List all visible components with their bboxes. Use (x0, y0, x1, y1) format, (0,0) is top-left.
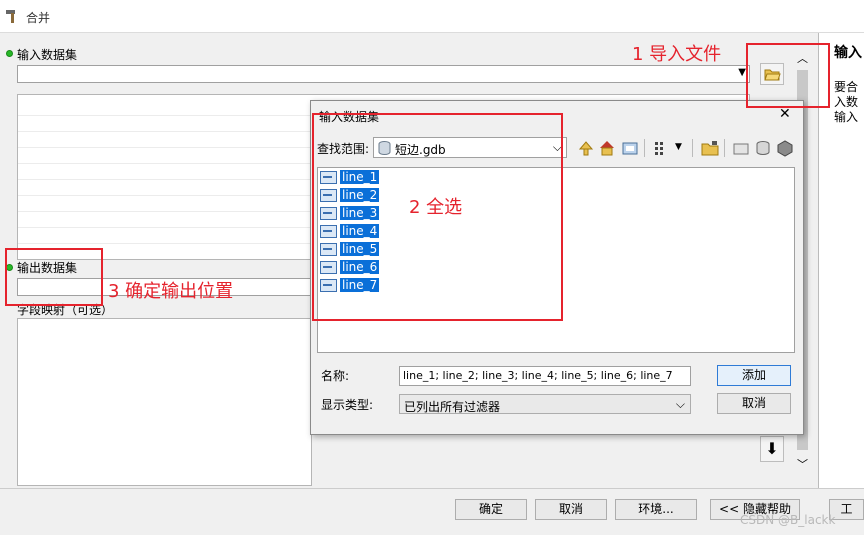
move-down-button[interactable]: ⬇ (760, 436, 784, 462)
close-icon[interactable]: ✕ (779, 106, 791, 122)
required-indicator-icon (6, 50, 13, 57)
up-level-icon[interactable] (577, 139, 595, 157)
input-datasets-label: 输入数据集 (17, 48, 78, 62)
show-type-value: 已列出所有过滤器 (404, 400, 501, 414)
add-button[interactable]: 添加 (717, 365, 791, 386)
new-folder-icon[interactable] (701, 139, 719, 157)
name-input[interactable]: line_1; line_2; line_3; line_4; line_5; … (399, 366, 691, 386)
help-heading: 输入 (834, 45, 862, 61)
chevron-down-icon[interactable]: ▼ (675, 142, 682, 152)
watermark: CSDN @B_lackk (740, 513, 836, 527)
annotation-select-all: 2 全选 (409, 197, 463, 218)
bottom-bar: 确定 取消 环境... << 隐藏帮助 工 CSDN @B_lackk (0, 488, 864, 535)
show-type-combo[interactable]: 已列出所有过滤器 ⌵ (399, 394, 691, 414)
annotation-box-output (5, 248, 103, 306)
name-label: 名称: (321, 369, 350, 383)
annotation-import: 1 导入文件 (632, 44, 722, 65)
toolbox-icon[interactable] (776, 139, 794, 157)
database-icon[interactable] (754, 139, 772, 157)
chevron-down-icon[interactable]: ﹀ (797, 456, 808, 472)
title-bar: 合并 (0, 0, 864, 33)
chevron-down-icon[interactable]: ⌵ (676, 397, 685, 412)
window-title: 合并 (26, 11, 51, 25)
connect-folder-icon[interactable] (621, 139, 639, 157)
help-text-3: 输入 (834, 110, 859, 124)
input-datasets-combo[interactable]: ▼ (17, 65, 750, 83)
field-map-list[interactable] (17, 318, 312, 486)
arrow-down-icon: ⬇ (765, 439, 779, 458)
annotation-box-import (746, 43, 830, 108)
hammer-icon (6, 10, 15, 23)
show-type-label: 显示类型: (321, 398, 374, 412)
folder-icon[interactable] (732, 139, 750, 157)
cancel-button[interactable]: 取消 (535, 499, 607, 520)
ok-button[interactable]: 确定 (455, 499, 527, 520)
dialog-cancel-button[interactable]: 取消 (717, 393, 791, 414)
environments-button[interactable]: 环境... (615, 499, 697, 520)
view-list-icon[interactable] (653, 139, 671, 157)
home-icon[interactable] (598, 139, 616, 157)
chevron-down-icon[interactable]: ▼ (738, 67, 746, 78)
annotation-output: 3 确定输出位置 (108, 281, 234, 302)
